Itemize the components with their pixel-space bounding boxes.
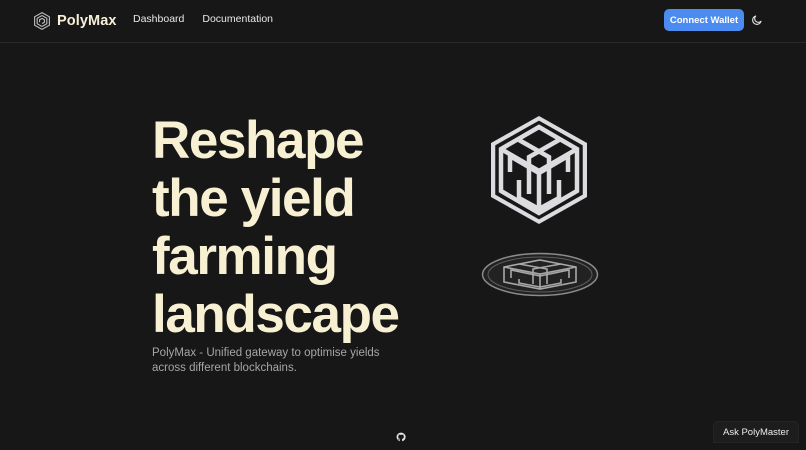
nav-documentation-link[interactable]: Documentation [202,13,273,25]
connect-wallet-button[interactable]: Connect Wallet [664,9,744,31]
polymax-logo-icon [34,12,50,30]
hero-title-line: the yield [152,169,356,228]
ask-polymaster-button[interactable]: Ask PolyMaster [714,422,798,442]
main-nav: Dashboard Documentation [133,13,273,25]
polymax-hexagon-logo-icon [491,116,587,224]
landing-page: PolyMax Dashboard Documentation Connect … [0,0,806,450]
hero-subtitle: PolyMax - Unified gateway to optimise yi… [152,347,380,374]
github-icon [396,432,406,442]
hero-title-line: landscape [152,285,400,344]
github-link[interactable] [396,432,406,442]
moon-icon [752,15,762,25]
hero-title-line: Reshape [152,111,365,170]
theme-toggle-button[interactable] [751,13,765,27]
top-navbar: PolyMax Dashboard Documentation Connect … [0,0,806,43]
nav-dashboard-link[interactable]: Dashboard [133,13,184,25]
hero-title-line: farming [152,227,338,286]
brand-name: PolyMax [57,13,117,29]
brand-logo-link[interactable]: PolyMax [33,11,117,31]
hero-title: Reshape the yield farming landscape [152,112,452,344]
polymax-logo-disc-icon [481,252,599,297]
